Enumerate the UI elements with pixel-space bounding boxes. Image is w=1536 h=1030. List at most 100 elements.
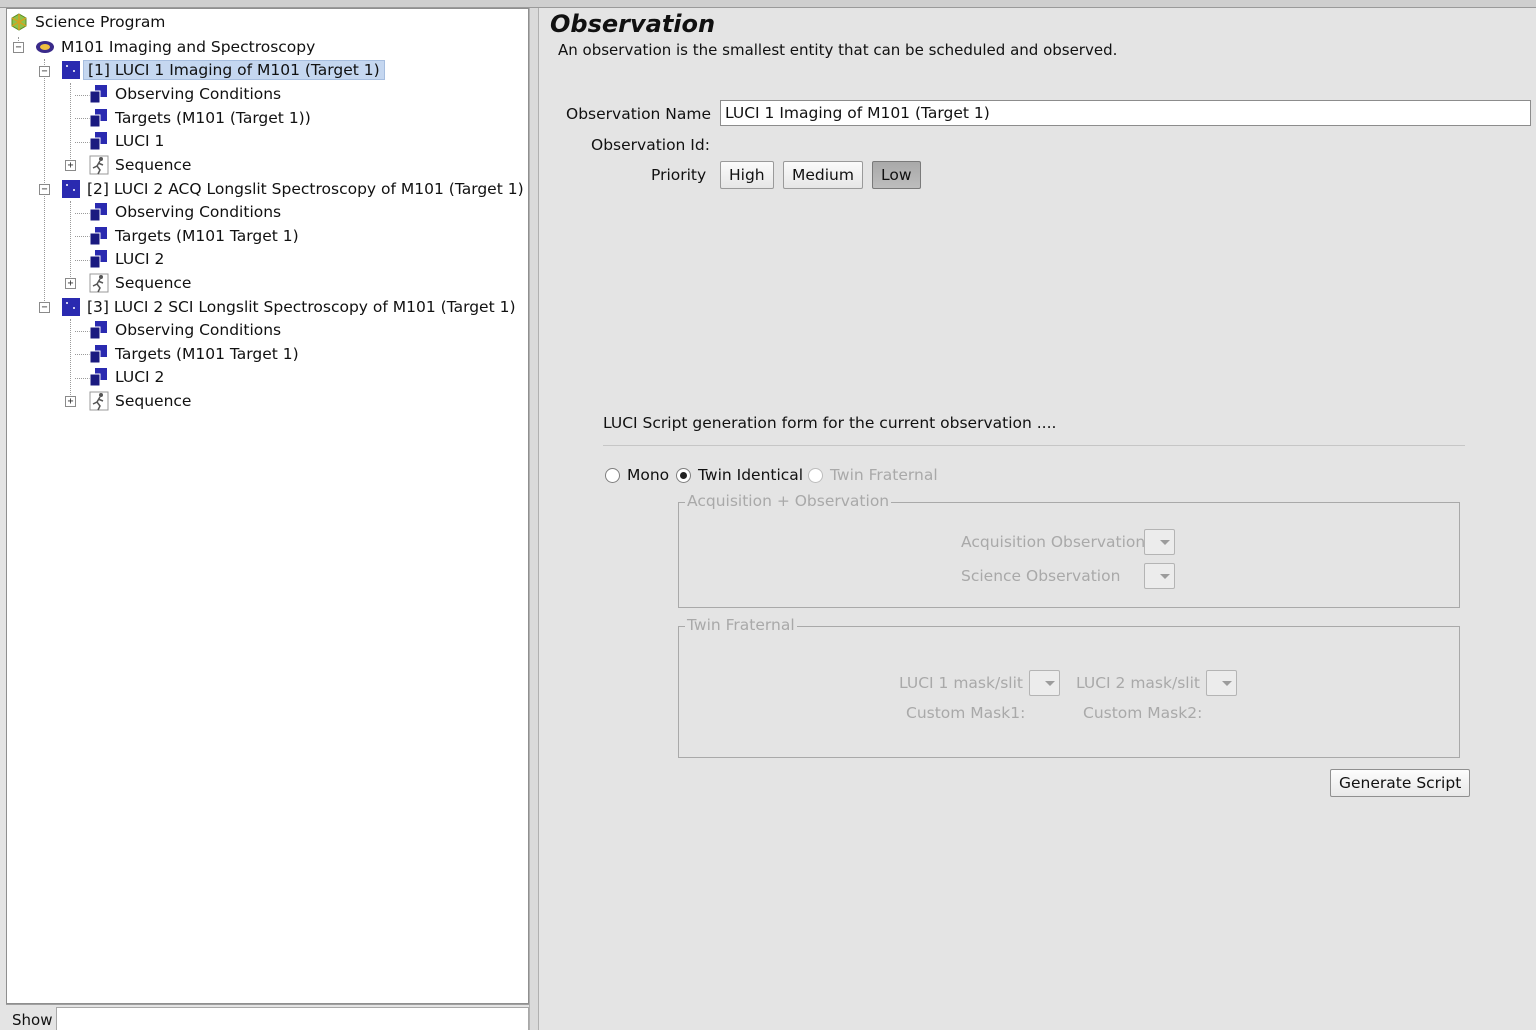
tree-line: [75, 331, 90, 332]
tree-node-conditions[interactable]: Observing Conditions: [89, 201, 285, 223]
tree-node-instrument[interactable]: LUCI 1: [89, 130, 168, 152]
mode-mono-radio[interactable]: Mono: [605, 466, 669, 484]
collapse-icon[interactable]: −: [13, 42, 24, 53]
tree-node-sequence[interactable]: Sequence: [89, 154, 195, 176]
tree-label: M101 Imaging and Spectroscopy: [61, 38, 316, 56]
window-top-edge: [0, 0, 1536, 8]
observation-name-input[interactable]: LUCI 1 Imaging of M101 (Target 1): [720, 100, 1531, 126]
custom-mask1-label: Custom Mask1:: [906, 704, 1026, 722]
tree-line: [75, 95, 90, 96]
tree-label: Targets (M101 Target 1): [115, 345, 299, 363]
observation-id-label: Observation Id:: [591, 136, 710, 154]
observation-name-label: Observation Name: [566, 105, 712, 123]
expand-icon[interactable]: +: [65, 396, 76, 407]
tree-label: Sequence: [115, 392, 192, 410]
radio-button[interactable]: [605, 467, 620, 483]
tree-line: [70, 319, 71, 401]
priority-low-button[interactable]: Low: [872, 161, 921, 189]
tree-line: [70, 201, 71, 283]
science-observation-dropdown[interactable]: [1144, 563, 1175, 589]
group-title: Acquisition + Observation: [685, 492, 892, 510]
show-filter-input[interactable]: [56, 1007, 529, 1030]
program-icon: [35, 37, 55, 57]
collapse-icon[interactable]: −: [39, 184, 50, 195]
tree-node-instrument[interactable]: LUCI 2: [89, 248, 168, 270]
luci1-mask-dropdown[interactable]: [1029, 670, 1060, 696]
tree-line: [75, 378, 90, 379]
tree-node-sequence[interactable]: Sequence: [89, 390, 195, 412]
luci1-mask-label: LUCI 1 mask/slit: [899, 674, 1023, 692]
page-title: Observation: [550, 10, 716, 38]
tree-label: Observing Conditions: [115, 203, 282, 221]
tree-node-targets[interactable]: Targets (M101 Target 1): [89, 343, 303, 365]
tree-label: Science Program: [35, 13, 166, 31]
tree-line: [75, 236, 90, 237]
acquisition-observation-label: Acquisition Observation: [961, 533, 1146, 551]
tree-node-conditions[interactable]: Observing Conditions: [89, 83, 285, 105]
expand-icon[interactable]: +: [65, 160, 76, 171]
tree-label: LUCI 2: [115, 368, 165, 386]
collapse-icon[interactable]: −: [39, 302, 50, 313]
tree-label: [1] LUCI 1 Imaging of M101 (Target 1): [83, 60, 385, 80]
tree-node-program[interactable]: M101 Imaging and Spectroscopy: [35, 36, 319, 58]
mode-twin-identical-radio[interactable]: Twin Identical: [676, 466, 803, 484]
component-icon: [89, 108, 109, 128]
generate-script-button[interactable]: Generate Script: [1330, 769, 1471, 797]
tree-line: [70, 83, 71, 165]
sequence-icon: [89, 273, 109, 293]
tree-label: [2] LUCI 2 ACQ Longslit Spectroscopy of …: [87, 180, 524, 198]
tree-line: [75, 118, 90, 119]
science-observation-label: Science Observation: [961, 567, 1121, 585]
tree-node-observation-3[interactable]: [3] LUCI 2 SCI Longslit Spectroscopy of …: [61, 296, 520, 318]
acquisition-observation-dropdown[interactable]: [1144, 529, 1175, 555]
custom-mask2-label: Custom Mask2:: [1083, 704, 1203, 722]
tree-label: Sequence: [115, 274, 192, 292]
tree-line: [75, 260, 90, 261]
tree-node-conditions[interactable]: Observing Conditions: [89, 319, 285, 341]
tree-node-science-program[interactable]: Science Program: [9, 11, 169, 33]
program-tree[interactable]: Science Program − M101 Imaging and Spect…: [6, 8, 529, 1004]
tree-node-sequence[interactable]: Sequence: [89, 272, 195, 294]
tree-node-targets[interactable]: Targets (M101 (Target 1)): [89, 107, 315, 129]
tree-label: Targets (M101 (Target 1)): [115, 109, 311, 127]
tree-label: [3] LUCI 2 SCI Longslit Spectroscopy of …: [87, 298, 516, 316]
radio-label: Twin Identical: [698, 466, 804, 484]
observation-editor: Observation An observation is the smalle…: [540, 8, 1536, 1030]
radio-label: Mono: [627, 466, 670, 484]
group-title: Twin Fraternal: [685, 616, 797, 634]
component-icon: [89, 202, 109, 222]
expand-icon[interactable]: +: [65, 278, 76, 289]
science-program-icon: [9, 12, 29, 32]
tree-label: Observing Conditions: [115, 321, 282, 339]
component-icon: [89, 249, 109, 269]
tree-node-targets[interactable]: Targets (M101 Target 1): [89, 225, 303, 247]
component-icon: [89, 226, 109, 246]
tree-label: LUCI 2: [115, 250, 165, 268]
show-label: Show: [12, 1011, 53, 1029]
script-form-heading: LUCI Script generation form for the curr…: [603, 414, 1057, 432]
tree-node-observation-2[interactable]: [2] LUCI 2 ACQ Longslit Spectroscopy of …: [61, 178, 528, 200]
tree-label: Observing Conditions: [115, 85, 282, 103]
luci2-mask-dropdown[interactable]: [1206, 670, 1237, 696]
tree-node-observation-1[interactable]: [1] LUCI 1 Imaging of M101 (Target 1): [61, 59, 385, 81]
tree-line: [75, 354, 90, 355]
priority-label: Priority: [651, 166, 707, 184]
show-bar: Show: [6, 1004, 529, 1030]
tree-node-instrument[interactable]: LUCI 2: [89, 366, 168, 388]
page-subtitle: An observation is the smallest entity th…: [558, 41, 1118, 59]
sequence-icon: [89, 155, 109, 175]
tree-line: [75, 142, 90, 143]
split-pane-divider[interactable]: [529, 8, 539, 1030]
collapse-icon[interactable]: −: [39, 66, 50, 77]
radio-button[interactable]: [808, 467, 823, 483]
observation-icon: [61, 179, 81, 199]
twin-fraternal-group: Twin Fraternal LUCI 1 mask/slit LUCI 2 m…: [678, 616, 1460, 758]
mode-twin-fraternal-radio[interactable]: Twin Fraternal: [808, 466, 938, 484]
component-icon: [89, 320, 109, 340]
priority-medium-button[interactable]: Medium: [783, 161, 863, 189]
separator: [603, 445, 1465, 446]
radio-label: Twin Fraternal: [830, 466, 938, 484]
radio-button[interactable]: [676, 467, 691, 483]
priority-high-button[interactable]: High: [720, 161, 774, 189]
tree-label: Targets (M101 Target 1): [115, 227, 299, 245]
